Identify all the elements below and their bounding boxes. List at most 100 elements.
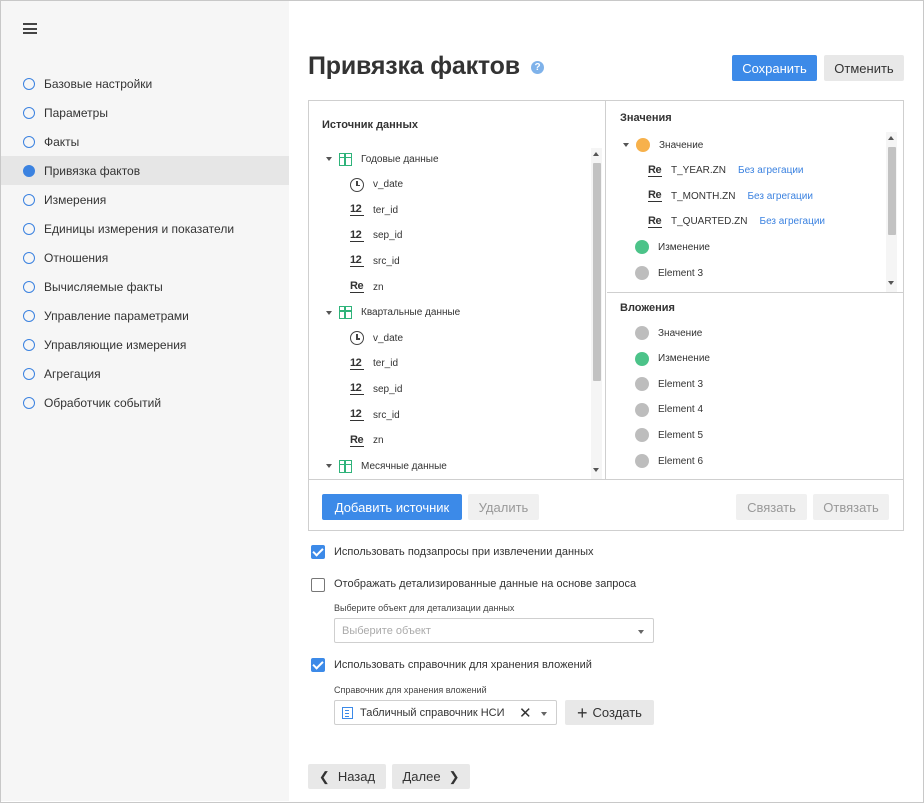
sidebar-item[interactable]: Отношения	[1, 243, 289, 272]
sidebar-item-label: Базовые настройки	[44, 76, 153, 91]
attachments-pane: Вложения Значение Изменение Element 3 Eleme…	[607, 294, 903, 479]
tree-field-row[interactable]: 12 src_id	[350, 404, 400, 426]
use-subqueries-checkbox[interactable]	[311, 545, 325, 559]
dictionary-select[interactable]: Табличный справочник НСИ ✕	[334, 700, 557, 725]
aggregation-link[interactable]: Без агрегации	[747, 191, 813, 202]
tree-group-label: Месячные данные	[361, 460, 447, 472]
tree-field-row[interactable]: 12 src_id	[350, 250, 400, 272]
chevron-down-icon	[541, 712, 547, 716]
values-title: Значения	[620, 112, 672, 124]
attachment-row[interactable]: Значение	[635, 322, 702, 344]
expand-caret-icon[interactable]	[326, 157, 332, 161]
sidebar-item-label: Параметры	[44, 105, 108, 120]
sidebar-item[interactable]: Факты	[1, 127, 289, 156]
tree-field-label: src_id	[373, 255, 400, 267]
attachment-row[interactable]: Element 6	[635, 450, 703, 472]
scroll-down-icon[interactable]	[888, 281, 894, 285]
show-detail-checkbox[interactable]	[311, 578, 325, 592]
value-child-row[interactable]: Re T_YEAR.ZN Без агрегации	[648, 160, 804, 182]
use-subqueries-label: Использовать подзапросы при извлечении д…	[334, 546, 594, 558]
tree-group-row[interactable]: Месячные данные	[326, 455, 447, 477]
cancel-button[interactable]: Отменить	[824, 55, 904, 81]
next-label: Далее	[402, 769, 441, 784]
value-child-row[interactable]: Re T_QUARTED.ZN Без агрегации	[648, 211, 825, 233]
delete-button[interactable]: Удалить	[468, 494, 539, 520]
tree-field-label: ter_id	[373, 204, 399, 216]
value-root-row[interactable]: Значение	[623, 134, 703, 156]
number-type-icon: 12	[350, 229, 364, 242]
sidebar-item[interactable]: Вычисляемые факты	[1, 272, 289, 301]
tree-field-row[interactable]: 12 sep_id	[350, 378, 402, 400]
tree-group-row[interactable]: Квартальные данные	[326, 302, 460, 324]
back-button[interactable]: ❮ Назад	[308, 764, 386, 789]
tree-field-row[interactable]: 12 sep_id	[350, 225, 402, 247]
sidebar: Базовые настройки Параметры Факты Привязка …	[1, 1, 289, 801]
scroll-thumb[interactable]	[888, 147, 896, 235]
attachment-row[interactable]: Element 5	[635, 424, 703, 446]
sidebar-item[interactable]: Агрегация	[1, 359, 289, 388]
sidebar-item[interactable]: Базовые настройки	[1, 69, 289, 98]
tree-field-row[interactable]: Re zn	[350, 430, 384, 452]
plus-icon: +	[577, 702, 588, 723]
sidebar-item[interactable]: Обработчик событий	[1, 388, 289, 417]
expand-caret-icon[interactable]	[326, 310, 332, 315]
tree-group-label: Годовые данные	[361, 153, 439, 165]
value-child-label: T_YEAR.ZN	[671, 165, 727, 177]
menu-icon[interactable]	[23, 23, 37, 34]
table-icon	[339, 306, 352, 320]
link-button[interactable]: Связать	[736, 494, 807, 520]
value-child-row[interactable]: Re T_MONTH.ZN Без агрегации	[648, 185, 813, 207]
aggregation-link[interactable]: Без агрегации	[738, 165, 804, 176]
dictionary-icon	[342, 706, 353, 719]
sidebar-item[interactable]: Управление параметрами	[1, 301, 289, 330]
source-scrollbar[interactable]	[591, 148, 602, 479]
add-source-button[interactable]: Добавить источник	[322, 494, 462, 520]
scroll-up-icon[interactable]	[593, 152, 599, 156]
expand-caret-icon[interactable]	[326, 464, 332, 469]
attachment-label: Значение	[658, 327, 703, 339]
tree-field-row[interactable]: v_date	[350, 174, 403, 196]
create-button[interactable]: + Создать	[565, 700, 654, 725]
element-dot-icon	[635, 377, 649, 392]
element-dot-icon	[635, 454, 649, 468]
attachment-row[interactable]: Изменение	[635, 348, 710, 370]
tree-field-row[interactable]: v_date	[350, 327, 403, 349]
value-element-row[interactable]: Изменение	[635, 236, 710, 258]
scroll-up-icon[interactable]	[888, 136, 894, 140]
tree-field-row[interactable]: Re zn	[350, 276, 384, 298]
sidebar-item[interactable]: Измерения	[1, 185, 289, 214]
chevron-down-icon	[638, 630, 644, 634]
detail-object-select[interactable]: Выберите объект	[334, 618, 654, 643]
radio-icon	[23, 280, 35, 293]
detail-object-placeholder: Выберите объект	[342, 624, 431, 637]
tree-field-row[interactable]: 12 ter_id	[350, 353, 398, 375]
values-scrollbar[interactable]	[886, 132, 897, 292]
expand-caret-icon[interactable]	[623, 143, 629, 147]
scroll-down-icon[interactable]	[593, 468, 599, 472]
save-button[interactable]: Сохранить	[732, 55, 817, 81]
show-detail-label: Отображать детализированные данные на ос…	[334, 578, 637, 590]
tree-field-row[interactable]: 12 ter_id	[350, 199, 398, 221]
element-dot-icon	[635, 326, 649, 340]
help-icon[interactable]: ?	[531, 61, 544, 74]
aggregation-link[interactable]: Без агрегации	[760, 216, 826, 227]
sidebar-item[interactable]: Управляющие измерения	[1, 330, 289, 359]
use-dictionary-checkbox[interactable]	[311, 658, 325, 672]
next-button[interactable]: Далее ❯	[392, 764, 470, 789]
back-label: Назад	[337, 769, 376, 784]
element-dot-icon	[635, 402, 649, 417]
tree-field-label: src_id	[373, 409, 400, 421]
tree-group-row[interactable]: Годовые данные	[326, 148, 439, 170]
text-type-icon: Re	[648, 189, 662, 203]
scroll-thumb[interactable]	[593, 163, 601, 381]
radio-icon	[23, 106, 35, 119]
attachment-row[interactable]: Element 4	[635, 399, 703, 421]
sidebar-item[interactable]: Параметры	[1, 98, 289, 127]
sidebar-item[interactable]: Привязка фактов	[1, 156, 289, 185]
sidebar-item[interactable]: Единицы измерения и показатели	[1, 214, 289, 243]
unlink-button[interactable]: Отвязать	[813, 494, 889, 520]
clear-icon[interactable]: ✕	[519, 704, 532, 722]
attachment-row[interactable]: Element 3	[635, 373, 703, 395]
value-element-row[interactable]: Element 3	[635, 262, 703, 284]
sidebar-nav: Базовые настройки Параметры Факты Привязка …	[1, 69, 289, 417]
